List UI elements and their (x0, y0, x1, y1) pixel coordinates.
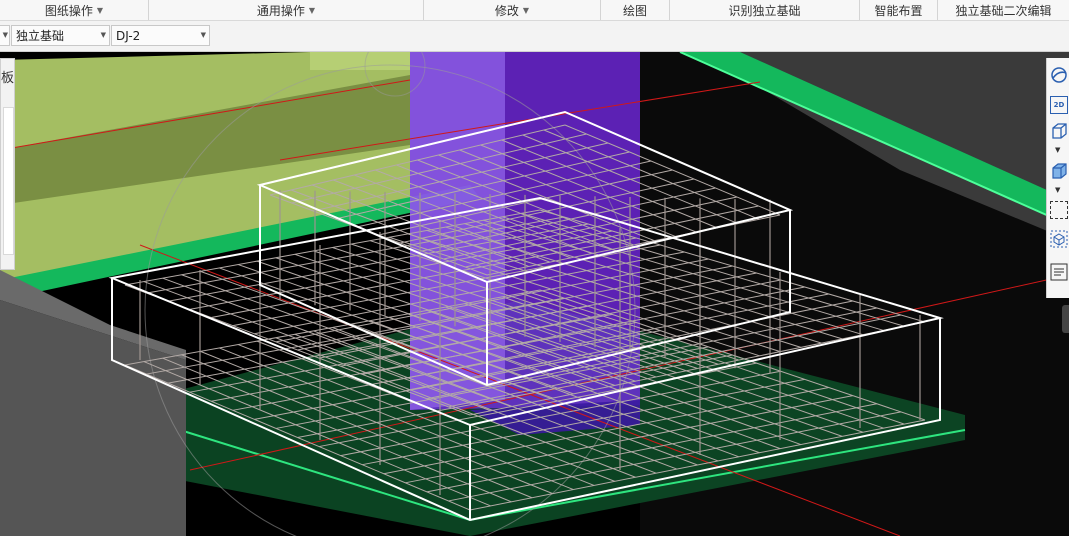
ribbon-group-label: 识别独立基础 (728, 3, 801, 18)
ribbon-group-bar: 图纸操作 ▼ 通用操作 ▼ 修改 ▼ 绘图 识别独立基础 智能布置 独立基础二次编辑 (0, 0, 1069, 21)
chevron-down-icon: ▼ (308, 5, 316, 15)
chevron-down-icon: ▼ (200, 31, 206, 39)
ribbon-group-label: 通用操作 (256, 3, 305, 18)
ribbon-group-label: 智能布置 (874, 3, 923, 18)
ribbon-group-identify-foundation[interactable]: 识别独立基础 (670, 0, 860, 20)
panel-partial-label: 板 (1, 71, 15, 86)
panel-content-area[interactable] (3, 107, 14, 255)
view-2d-icon[interactable]: 2D (1050, 96, 1068, 114)
3d-viewport[interactable] (0, 52, 1069, 536)
orbit-icon[interactable] (1050, 66, 1068, 84)
ribbon-group-label: 绘图 (622, 3, 647, 18)
ribbon-group-label: 图纸操作 (44, 3, 93, 18)
toolbar-collapse-handle[interactable] (1062, 305, 1069, 333)
cube-select-icon[interactable] (1050, 230, 1068, 248)
chevron-down-icon: ▼ (2, 31, 8, 39)
property-selector-bar: ▼ 独立基础 ▼ DJ-2 ▼ (0, 21, 1069, 52)
grey-block-front (0, 300, 186, 536)
dashed-select-icon[interactable] (1050, 201, 1068, 219)
ribbon-group-label: 修改 (494, 3, 519, 18)
element-name-value: DJ-2 (116, 28, 141, 43)
chevron-down-icon: ▼ (100, 31, 106, 39)
view-toolbar: 2D ▼ ▼ (1046, 58, 1069, 298)
ribbon-group-smart-layout[interactable]: 智能布置 (860, 0, 938, 20)
element-name-combo[interactable]: DJ-2 ▼ (111, 25, 210, 46)
element-type-combo[interactable]: 独立基础 ▼ (11, 25, 110, 46)
ribbon-group-secondary-edit[interactable]: 独立基础二次编辑 (938, 0, 1069, 20)
list-icon[interactable] (1050, 263, 1068, 281)
ribbon-group-draw[interactable]: 绘图 (601, 0, 670, 20)
ribbon-group-common-ops[interactable]: 通用操作 ▼ (149, 0, 424, 20)
ribbon-group-modify[interactable]: 修改 ▼ (424, 0, 601, 20)
chevron-down-icon: ▼ (522, 5, 530, 15)
left-property-panel[interactable]: 板 (0, 58, 15, 270)
box-view-icon[interactable] (1050, 122, 1068, 140)
dropdown-arrow-icon[interactable]: ▼ (1055, 186, 1060, 194)
ribbon-group-drawing-ops[interactable]: 图纸操作 ▼ (0, 0, 149, 20)
ribbon-group-label: 独立基础二次编辑 (955, 3, 1052, 18)
viewport-scene (0, 52, 1069, 536)
layer-combo[interactable]: ▼ (0, 25, 10, 46)
chevron-down-icon: ▼ (96, 5, 104, 15)
element-type-value: 独立基础 (16, 29, 65, 43)
dropdown-arrow-icon[interactable]: ▼ (1055, 146, 1060, 154)
solid-box-icon[interactable] (1050, 162, 1068, 180)
